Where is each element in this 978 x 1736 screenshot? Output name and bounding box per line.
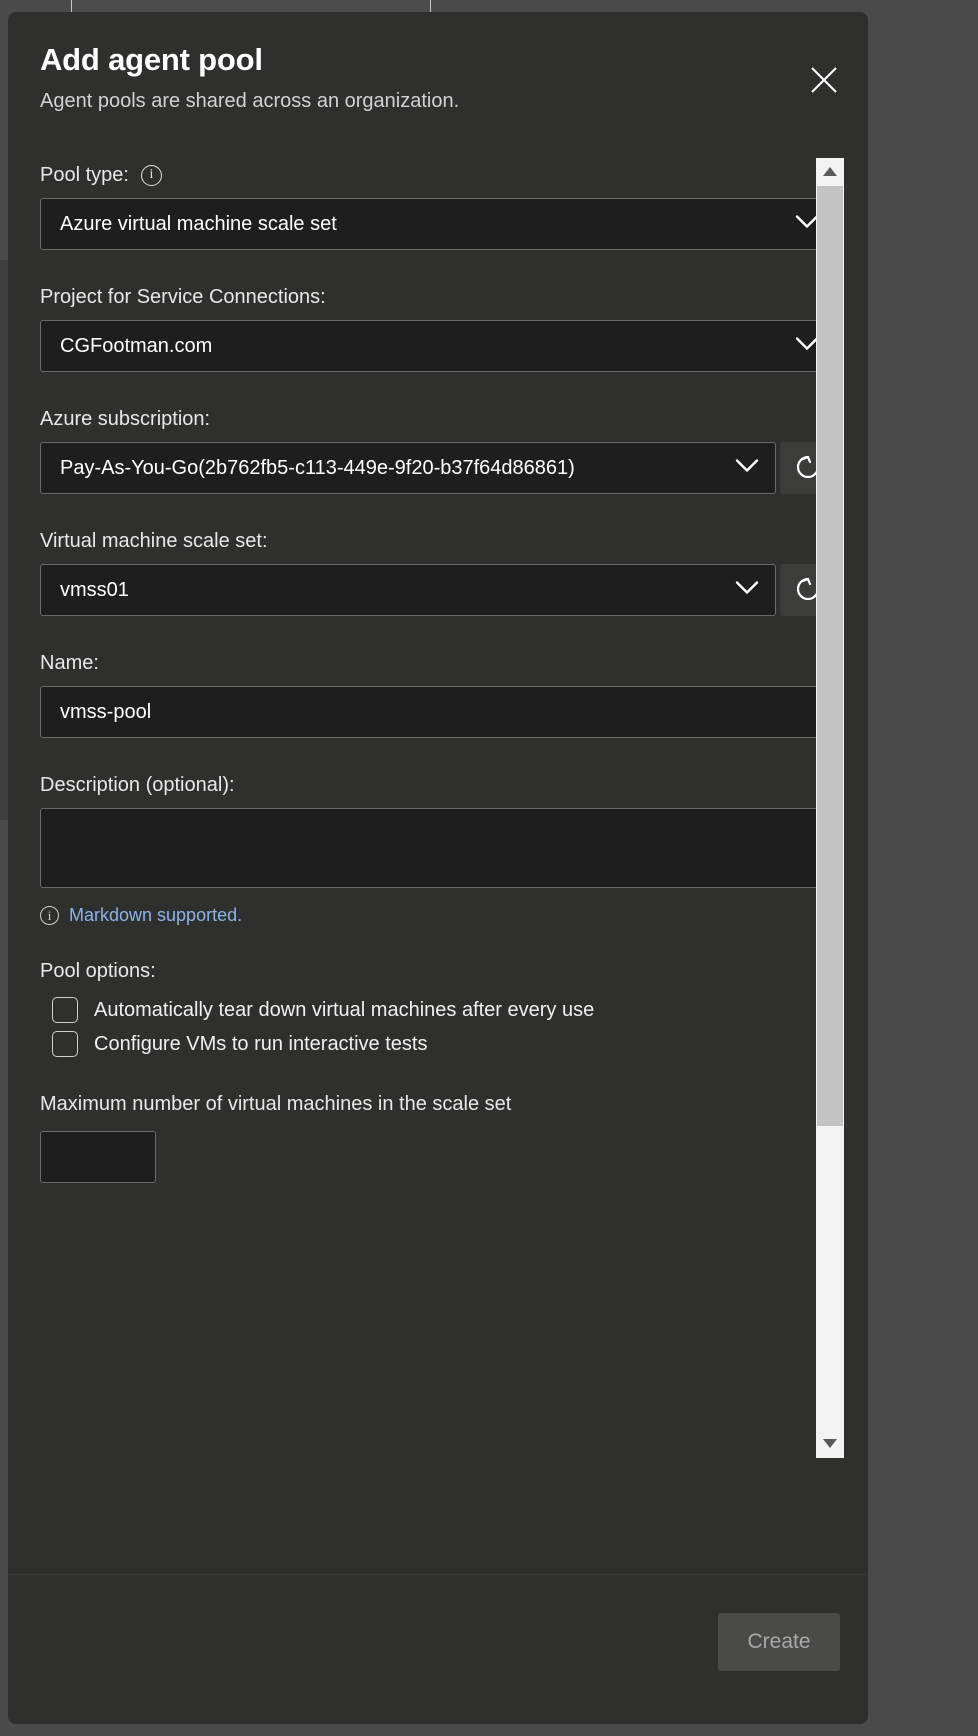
field-description: Description (optional): i Markdown suppo… [40, 772, 836, 926]
vmss-label-row: Virtual machine scale set: [40, 528, 836, 554]
info-icon: i [40, 906, 59, 925]
max-vms-label: Maximum number of virtual machines in th… [40, 1093, 512, 1115]
description-label-row: Description (optional): [40, 772, 836, 798]
pool-type-value: Azure virtual machine scale set [60, 212, 337, 235]
azure-subscription-value: Pay-As-You-Go(2b762fb5-c113-449e-9f20-b3… [60, 456, 575, 479]
dialog-footer: Create [8, 1574, 868, 1724]
background-left-strip [0, 260, 8, 820]
project-value: CGFootman.com [60, 334, 213, 357]
chevron-down-icon [735, 581, 759, 600]
pool-options-label: Pool options: [40, 960, 156, 982]
info-icon[interactable]: i [140, 164, 162, 186]
close-icon [809, 65, 839, 95]
vmss-select[interactable]: vmss01 [40, 564, 776, 616]
close-button[interactable] [802, 58, 846, 102]
vmss-label: Virtual machine scale set: [40, 530, 268, 552]
checkbox-interactive-tests[interactable] [52, 1031, 78, 1057]
pool-type-label: Pool type: [40, 164, 129, 186]
pool-type-control-row: Azure virtual machine scale set [40, 198, 836, 250]
max-vms-input[interactable] [40, 1131, 156, 1183]
triangle-down-icon [823, 1435, 837, 1453]
project-select[interactable]: CGFootman.com [40, 320, 836, 372]
checkbox-row-tear-down[interactable]: Automatically tear down virtual machines… [52, 997, 836, 1023]
add-agent-pool-dialog: Add agent pool Agent pools are shared ac… [8, 12, 868, 1724]
field-max-vms: Maximum number of virtual machines in th… [40, 1091, 836, 1183]
project-control-row: CGFootman.com [40, 320, 836, 372]
field-pool-type: Pool type: i Azure virtual machine scale… [40, 162, 836, 250]
azure-subscription-select[interactable]: Pay-As-You-Go(2b762fb5-c113-449e-9f20-b3… [40, 442, 776, 494]
scrollbar-up-button[interactable] [816, 158, 844, 186]
azure-subscription-label: Azure subscription: [40, 408, 211, 430]
checkbox-label-interactive-tests: Configure VMs to run interactive tests [94, 1033, 428, 1055]
triangle-up-icon [823, 163, 837, 181]
markdown-supported-link[interactable]: Markdown supported. [69, 905, 242, 926]
page-title: Add agent pool [40, 42, 263, 77]
field-virtual-machine-scale-set: Virtual machine scale set: vmss01 [40, 528, 836, 616]
vmss-control-row: vmss01 [40, 564, 836, 616]
name-label-row: Name: [40, 650, 836, 676]
project-label-row: Project for Service Connections: [40, 284, 836, 310]
field-azure-subscription: Azure subscription: Pay-As-You-Go(2b762f… [40, 406, 836, 494]
field-pool-options: Pool options: Automatically tear down vi… [40, 960, 836, 1057]
name-input[interactable] [40, 686, 836, 738]
scrollbar-down-button[interactable] [816, 1430, 844, 1458]
dialog-header: Add agent pool Agent pools are shared ac… [8, 12, 868, 114]
background-right-strip [968, 0, 978, 1736]
markdown-note: i Markdown supported. [40, 905, 836, 926]
name-label: Name: [40, 652, 99, 674]
vmss-value: vmss01 [60, 578, 129, 601]
chevron-down-icon [735, 459, 759, 478]
dialog-subtitle: Agent pools are shared across an organiz… [40, 90, 460, 112]
pool-type-label-row: Pool type: i [40, 162, 836, 188]
create-button[interactable]: Create [718, 1613, 840, 1671]
scrollbar-thumb[interactable] [817, 186, 843, 1126]
description-textarea[interactable] [40, 808, 836, 888]
pool-type-select[interactable]: Azure virtual machine scale set [40, 198, 836, 250]
checkbox-tear-down[interactable] [52, 997, 78, 1023]
description-label: Description (optional): [40, 774, 235, 796]
field-project-for-service-connections: Project for Service Connections: CGFootm… [40, 284, 836, 372]
checkbox-row-interactive-tests[interactable]: Configure VMs to run interactive tests [52, 1031, 836, 1057]
azure-subscription-label-row: Azure subscription: [40, 406, 836, 432]
field-name: Name: [40, 650, 836, 738]
project-label: Project for Service Connections: [40, 286, 326, 308]
checkbox-label-tear-down: Automatically tear down virtual machines… [94, 999, 595, 1021]
form-scrollbar[interactable] [816, 158, 844, 1458]
azure-subscription-control-row: Pay-As-You-Go(2b762fb5-c113-449e-9f20-b3… [40, 442, 836, 494]
form-scroll-area: Pool type: i Azure virtual machine scale… [8, 162, 868, 1462]
